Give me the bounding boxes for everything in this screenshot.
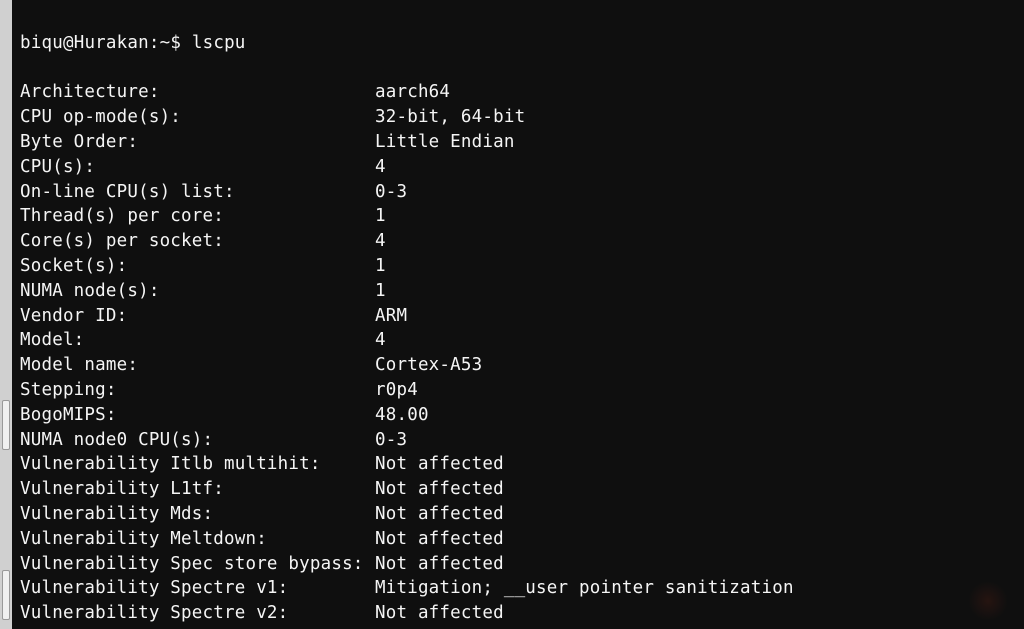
lscpu-value: r0p4 (375, 378, 418, 403)
lscpu-label: Model name: (20, 353, 375, 378)
lscpu-label: Vulnerability Spectre v2: (20, 601, 375, 626)
lscpu-value: 1 (375, 254, 386, 279)
lscpu-label: Thread(s) per core: (20, 204, 375, 229)
lscpu-row: Vulnerability Mds:Not affected (20, 502, 1018, 527)
lscpu-row: Core(s) per socket:4 (20, 229, 1018, 254)
lscpu-row: Vulnerability Spectre v2:Not affected (20, 601, 1018, 626)
lscpu-label: Vendor ID: (20, 304, 375, 329)
lscpu-row: Architecture:aarch64 (20, 80, 1018, 105)
lscpu-value: Cortex-A53 (375, 353, 482, 378)
lscpu-row: BogoMIPS:48.00 (20, 403, 1018, 428)
lscpu-label: NUMA node(s): (20, 279, 375, 304)
lscpu-label: NUMA node0 CPU(s): (20, 428, 375, 453)
prompt-line: biqu@Hurakan:~$ lscpu (20, 31, 1018, 56)
lscpu-row: Vulnerability Spectre v1:Mitigation; __u… (20, 576, 1018, 601)
lscpu-row: Model:4 (20, 328, 1018, 353)
lscpu-value: Not affected (375, 601, 504, 626)
lscpu-value: 1 (375, 279, 386, 304)
lscpu-row: Model name:Cortex-A53 (20, 353, 1018, 378)
scrollbar-handle[interactable] (2, 570, 10, 620)
lscpu-value: 0-3 (375, 428, 407, 453)
lscpu-value: 4 (375, 155, 386, 180)
lscpu-row: Vulnerability Spec store bypass:Not affe… (20, 552, 1018, 577)
lscpu-value: 48.00 (375, 403, 429, 428)
lscpu-label: Vulnerability Spec store bypass: (20, 552, 375, 577)
lscpu-label: Vulnerability L1tf: (20, 477, 375, 502)
scrollbar-gutter (0, 0, 12, 629)
lscpu-value: ARM (375, 304, 407, 329)
lscpu-row: Thread(s) per core:1 (20, 204, 1018, 229)
lscpu-label: Stepping: (20, 378, 375, 403)
lscpu-value: Not affected (375, 502, 504, 527)
lscpu-value: Not affected (375, 452, 504, 477)
lscpu-value: Not affected (375, 552, 504, 577)
command-text: lscpu (192, 31, 246, 56)
lscpu-label: Vulnerability Mds: (20, 502, 375, 527)
lscpu-row: NUMA node(s):1 (20, 279, 1018, 304)
scrollbar-handle[interactable] (2, 400, 10, 450)
lscpu-row: Vulnerability L1tf:Not affected (20, 477, 1018, 502)
lscpu-value: Little Endian (375, 130, 515, 155)
lscpu-label: CPU op-mode(s): (20, 105, 375, 130)
lscpu-value: 32-bit, 64-bit (375, 105, 525, 130)
lscpu-value: Mitigation; __user pointer sanitization (375, 576, 794, 601)
terminal-output[interactable]: biqu@Hurakan:~$ lscpu Architecture:aarch… (12, 0, 1024, 629)
lscpu-row: Stepping:r0p4 (20, 378, 1018, 403)
lscpu-value: Not affected (375, 477, 504, 502)
lscpu-label: CPU(s): (20, 155, 375, 180)
lscpu-label: Core(s) per socket: (20, 229, 375, 254)
lscpu-value: 0-3 (375, 180, 407, 205)
lscpu-row: CPU(s):4 (20, 155, 1018, 180)
lscpu-label: Vulnerability Spectre v1: (20, 576, 375, 601)
lscpu-label: Vulnerability Itlb multihit: (20, 452, 375, 477)
lscpu-label: On-line CPU(s) list: (20, 180, 375, 205)
lscpu-value: Not affected (375, 527, 504, 552)
lscpu-label: Byte Order: (20, 130, 375, 155)
lscpu-row: Vendor ID:ARM (20, 304, 1018, 329)
lscpu-value: 4 (375, 328, 386, 353)
lscpu-value: 4 (375, 229, 386, 254)
lscpu-row: Socket(s):1 (20, 254, 1018, 279)
lscpu-row: On-line CPU(s) list:0-3 (20, 180, 1018, 205)
lscpu-value: aarch64 (375, 80, 450, 105)
lscpu-label: BogoMIPS: (20, 403, 375, 428)
lscpu-row: NUMA node0 CPU(s):0-3 (20, 428, 1018, 453)
lscpu-value: 1 (375, 204, 386, 229)
lscpu-row: Vulnerability Meltdown:Not affected (20, 527, 1018, 552)
lscpu-label: Architecture: (20, 80, 375, 105)
lscpu-row: CPU op-mode(s):32-bit, 64-bit (20, 105, 1018, 130)
lscpu-row: Vulnerability Itlb multihit:Not affected (20, 452, 1018, 477)
lscpu-row: Byte Order:Little Endian (20, 130, 1018, 155)
lscpu-label: Vulnerability Meltdown: (20, 527, 375, 552)
lscpu-label: Socket(s): (20, 254, 375, 279)
lscpu-label: Model: (20, 328, 375, 353)
prompt-user: biqu@Hurakan:~$ (20, 31, 192, 56)
